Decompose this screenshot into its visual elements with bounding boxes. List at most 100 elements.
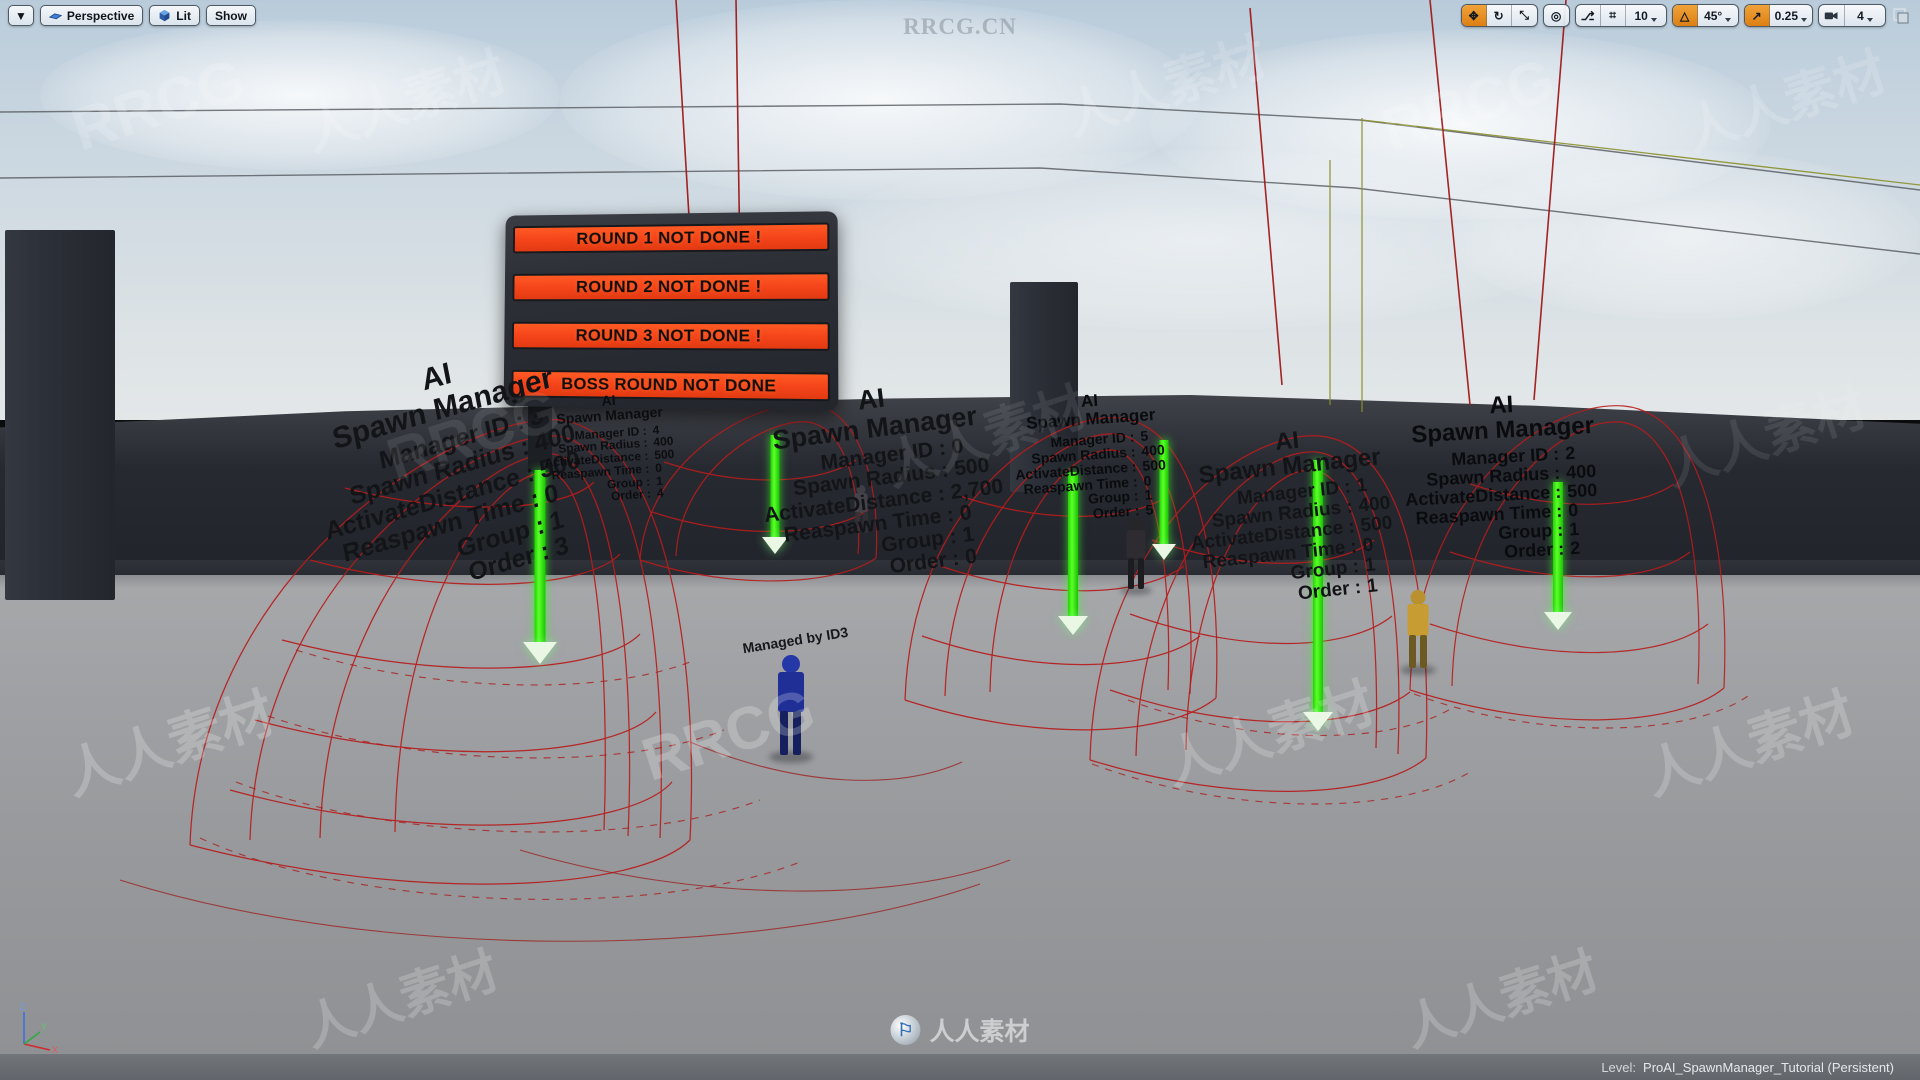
status-bar: Level: ProAI_SpawnManager_Tutorial (Pers… bbox=[0, 1054, 1920, 1080]
view-mode-button[interactable]: Perspective bbox=[39, 5, 144, 26]
spawn-manager-debug-block[interactable]: AI Spawn Manager Manager ID :2 Spawn Rad… bbox=[1400, 387, 1610, 567]
grid-snap-value-label: 10 bbox=[1634, 8, 1648, 23]
world-coordinate-button[interactable]: ◎ bbox=[1544, 5, 1569, 26]
camera-speed-icon-button[interactable] bbox=[1819, 5, 1845, 26]
move-icon: ✥ bbox=[1468, 8, 1479, 23]
chevron-down-icon bbox=[1801, 18, 1807, 22]
grid-icon: ⌗ bbox=[1609, 8, 1617, 22]
scale-snap-toggle[interactable]: ↗ bbox=[1744, 5, 1770, 26]
angle-snap-group[interactable]: △ 45° bbox=[1671, 4, 1739, 27]
manager-parameter-rows: Manager ID :4 Spawn Radius :400 Activate… bbox=[542, 422, 683, 508]
camera-speed-value[interactable]: 4 bbox=[1845, 5, 1885, 26]
cube-icon bbox=[159, 9, 170, 22]
chevron-down-icon bbox=[1650, 18, 1657, 22]
arrow-head bbox=[1058, 616, 1088, 635]
move-tool-button[interactable]: ✥ bbox=[1461, 5, 1487, 26]
maximize-viewport-button[interactable] bbox=[1891, 6, 1911, 26]
grid-snap-value[interactable]: 10 bbox=[1626, 5, 1666, 26]
lighting-mode-button[interactable]: Lit bbox=[149, 5, 200, 26]
param-value: 0 bbox=[1567, 499, 1579, 521]
scoreboard-row-round1: ROUND 1 NOT DONE ! bbox=[512, 222, 830, 254]
arrow-head bbox=[523, 642, 557, 664]
rotate-tool-button[interactable]: ↻ bbox=[1487, 5, 1512, 26]
transform-tools-group[interactable]: ✥ ↻ ⤡ bbox=[1460, 4, 1538, 27]
axis-gizmo: Z X Y bbox=[20, 1002, 58, 1054]
character-leg bbox=[1128, 558, 1134, 589]
character-torso bbox=[778, 672, 804, 712]
scale-snap-group[interactable]: ↗ 0.25 bbox=[1743, 4, 1813, 27]
arrow-head bbox=[1152, 544, 1176, 560]
surface-snap-button[interactable]: ⎇ bbox=[1576, 5, 1601, 26]
show-menu-label: Show bbox=[214, 8, 247, 23]
character-leg bbox=[1409, 635, 1416, 668]
grid-snap-toggle[interactable]: ⌗ bbox=[1601, 5, 1626, 26]
param-value: 500 bbox=[1566, 479, 1598, 502]
scale-tool-button[interactable]: ⤡ bbox=[1512, 5, 1537, 26]
param-value: 400 bbox=[1565, 460, 1597, 483]
character-leg bbox=[793, 711, 801, 755]
angle-icon: △ bbox=[1680, 8, 1690, 23]
character-head bbox=[1410, 590, 1426, 605]
character-leg bbox=[780, 711, 788, 755]
grid-snap-group[interactable]: ⎇ ⌗ 10 bbox=[1574, 4, 1667, 27]
show-menu-button[interactable]: Show bbox=[205, 5, 256, 26]
brand-logo-icon: ⚐ bbox=[890, 1015, 921, 1045]
level-label: Level: bbox=[1601, 1059, 1637, 1075]
level-name: ProAI_SpawnManager_Tutorial (Persistent) bbox=[1643, 1059, 1894, 1075]
brand-text: 人人素材 bbox=[929, 1018, 1030, 1046]
unreal-viewport[interactable]: ROUND 1 NOT DONE ! ROUND 2 NOT DONE ! RO… bbox=[0, 0, 1920, 1080]
viewport-options-menu[interactable]: ▼ bbox=[8, 5, 34, 26]
character-leg bbox=[1420, 635, 1427, 668]
character-head bbox=[782, 655, 800, 673]
character-leg bbox=[1138, 558, 1144, 589]
manager-parameter-rows: Manager ID :1 Spawn Radius :400 Activate… bbox=[1186, 472, 1410, 614]
coordinate-system-group[interactable]: ◎ bbox=[1542, 4, 1570, 27]
ai-character-dark[interactable] bbox=[1120, 518, 1152, 595]
character-shadow bbox=[769, 751, 813, 763]
angle-snap-toggle[interactable]: △ bbox=[1672, 5, 1698, 26]
spawn-manager-debug-block[interactable]: AI Spawn Manager Manager ID :1 Spawn Rad… bbox=[1180, 418, 1410, 615]
lighting-mode-label: Lit bbox=[176, 8, 191, 23]
axis-label-y: Y bbox=[41, 1022, 47, 1032]
rotate-icon: ↻ bbox=[1493, 8, 1504, 23]
camera-speed-value-label: 4 bbox=[1857, 8, 1864, 23]
chevron-down-icon bbox=[1725, 18, 1732, 22]
spawn-manager-debug-block[interactable]: AI Spawn Manager Manager ID :5 Spawn Rad… bbox=[1010, 387, 1177, 527]
sky-background bbox=[0, 0, 1920, 420]
manager-parameter-rows: Manager ID :2 Spawn Radius :400 Activate… bbox=[1403, 442, 1610, 567]
maximize-icon bbox=[1893, 7, 1909, 23]
manager-parameter-rows: Manager ID :5 Spawn Radius :400 Activate… bbox=[1013, 427, 1177, 527]
perspective-icon bbox=[48, 13, 62, 20]
ai-character-gold[interactable] bbox=[1400, 590, 1436, 675]
arena-pillar bbox=[5, 230, 115, 600]
param-value: 2 bbox=[1569, 538, 1581, 559]
viewport-toolbar-left[interactable]: ▼ Perspective Lit Show bbox=[8, 5, 256, 26]
scale-snap-icon: ↗ bbox=[1751, 8, 1762, 23]
chevron-down-icon: ▼ bbox=[15, 8, 27, 23]
character-shadow bbox=[1120, 586, 1152, 595]
param-value: 2 bbox=[1564, 442, 1576, 464]
chevron-down-icon bbox=[1866, 18, 1873, 22]
axis-label-z: Z bbox=[20, 1002, 26, 1012]
watermark-brand: ⚐ 人人素材 bbox=[890, 1012, 1030, 1048]
ai-character-blue[interactable] bbox=[769, 655, 813, 763]
arena-floor bbox=[0, 560, 1920, 1080]
camera-speed-group[interactable]: 4 bbox=[1818, 4, 1886, 27]
scale-snap-value[interactable]: 0.25 bbox=[1770, 5, 1812, 26]
angle-snap-value[interactable]: 45° bbox=[1698, 5, 1738, 26]
param-value: 1 bbox=[1568, 519, 1580, 540]
scoreboard-row-round2: ROUND 2 NOT DONE ! bbox=[512, 272, 830, 302]
param-value: 5 bbox=[1144, 501, 1154, 518]
arrow-head bbox=[1544, 612, 1572, 630]
param-value: 4 bbox=[656, 485, 665, 501]
globe-icon: ◎ bbox=[1550, 8, 1562, 23]
arrow-head bbox=[1303, 712, 1333, 731]
viewport-toolbar-right[interactable]: ✥ ↻ ⤡ ◎ ⎇ ⌗ 10 △ 45° ↗ 0.25 4 bbox=[1460, 4, 1911, 27]
character-torso bbox=[1407, 604, 1429, 636]
spawn-manager-debug-block[interactable]: AI Spawn Manager Manager ID :4 Spawn Rad… bbox=[540, 388, 684, 507]
axis-label-x: X bbox=[52, 1045, 58, 1054]
character-torso bbox=[1126, 530, 1146, 559]
param-label: Order : bbox=[1503, 538, 1565, 563]
scale-icon: ⤡ bbox=[1519, 8, 1529, 22]
spawn-manager-debug-block[interactable]: AI Spawn Manager Manager ID :0 Spawn Rad… bbox=[750, 371, 1013, 594]
